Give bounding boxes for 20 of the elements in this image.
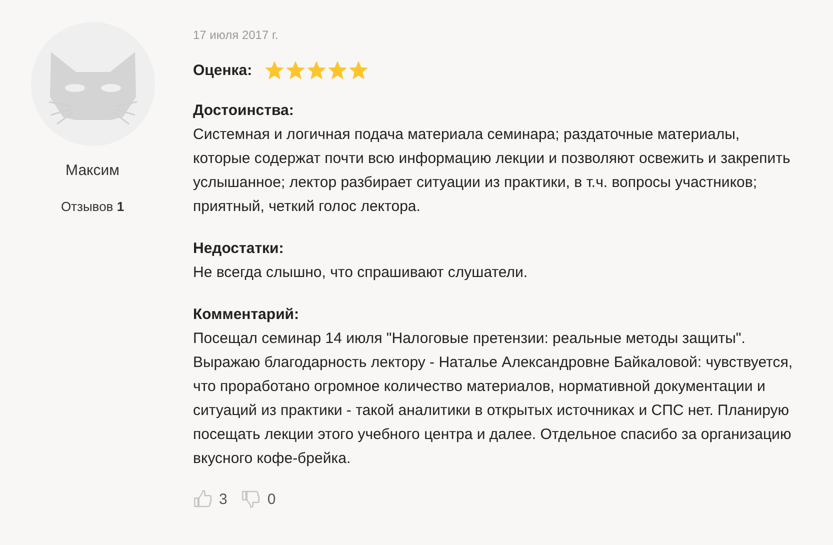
- star-icon: [306, 60, 328, 81]
- section-heading: Недостатки:: [193, 239, 285, 259]
- rating-label: Оценка:: [193, 62, 252, 79]
- star-icon: [264, 60, 286, 81]
- section-heading: Достоинства:: [193, 101, 295, 121]
- section-text: Не всегда слышно, что спрашивают слушатели.: [193, 263, 529, 283]
- review-count: Отзывов 1: [60, 199, 124, 214]
- thumbs-down-icon[interactable]: [241, 489, 262, 509]
- star-icon: [285, 60, 306, 81]
- section-text: Посещал семинар 14 июля "Налоговые претензии: реальные методы защиты". Выражаю благодарность лектору - Наталье Александровне Байкаловой: чувствуется, что проработано огромное количество материалов, нормативной документации и ситуаций из практики - такой аналитики в открытых источниках и СПС нет. Планирую посещать лекции этого учебного центра и далее. Отдельное спасибо за организацию вкусного кофе-брейка.: [193, 329, 793, 469]
- dislike-count: 0: [267, 490, 276, 508]
- section-heading: Комментарий:: [193, 305, 300, 325]
- star-icon: [348, 60, 370, 81]
- review-date: 17 июля 2017 г.: [193, 28, 280, 42]
- thumbs-up-icon[interactable]: [193, 489, 213, 509]
- author-name: Максим: [66, 162, 120, 179]
- avatar-icon: [30, 22, 154, 146]
- section-text: Системная и логичная подача материала семинара; раздаточные материалы, которые содержат почти всю информацию лекции и позволяют освежить и закрепить услышанное; лектор разбирает ситуации из практики, в т.ч. вопросы участников; приятный, четкий голос лектора.: [193, 125, 792, 217]
- star-icon: [327, 60, 348, 81]
- like-count: 3: [219, 490, 228, 508]
